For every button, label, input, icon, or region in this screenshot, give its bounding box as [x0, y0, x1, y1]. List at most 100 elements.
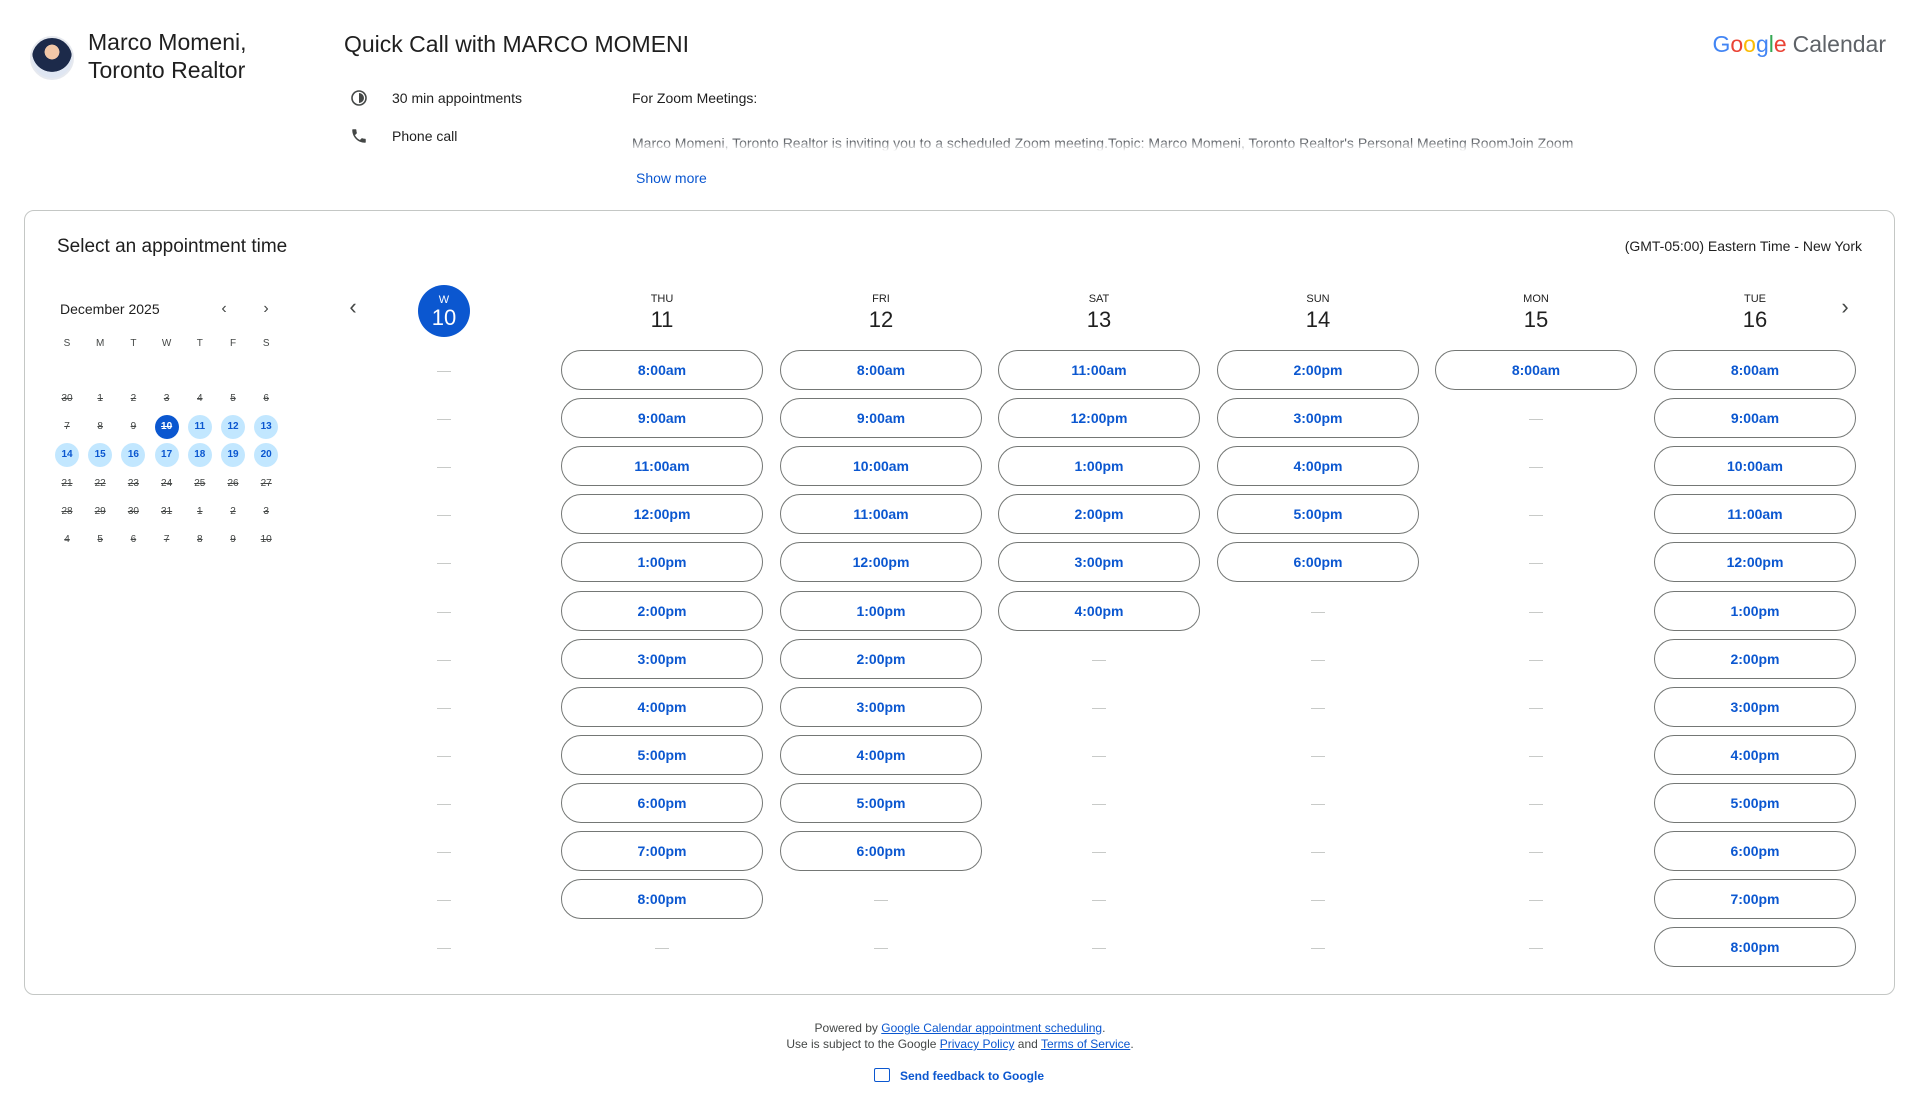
mini-calendar-day: 25	[194, 477, 206, 489]
terms-end: .	[1130, 1037, 1134, 1051]
mini-calendar-day: 3	[163, 393, 170, 404]
time-slot-button[interactable]: 3:00pm	[998, 542, 1200, 583]
time-slot-button[interactable]: 12:00pm	[780, 542, 982, 583]
time-slot-button[interactable]: 6:00pm	[1654, 831, 1856, 871]
time-slot-button[interactable]: 3:00pm	[561, 638, 763, 679]
time-slot-button[interactable]: 1:00pm	[561, 542, 763, 583]
empty-slot: —	[1092, 746, 1106, 763]
empty-slot: —	[437, 554, 451, 571]
time-slot-button[interactable]: 3:00pm	[780, 686, 982, 727]
time-slot-button[interactable]: 2:00pm	[998, 494, 1200, 535]
empty-slot: —	[1311, 698, 1325, 715]
mini-calendar-day: 7	[163, 534, 170, 545]
time-slot-button[interactable]: 5:00pm	[1654, 782, 1856, 823]
host-name-line1: Marco Momeni,	[88, 29, 247, 55]
weekday-head: S	[262, 338, 270, 349]
mini-calendar-day: 26	[227, 477, 239, 489]
day-header-weekday: THU	[650, 293, 674, 305]
time-slot-button[interactable]: 9:00am	[561, 398, 763, 439]
time-slot-button[interactable]: 3:00pm	[1654, 686, 1856, 727]
time-slot-button[interactable]: 3:00pm	[1217, 398, 1419, 439]
time-slot-button[interactable]: 11:00am	[1654, 494, 1856, 535]
time-slot-button[interactable]: 7:00pm	[1654, 879, 1856, 920]
logo-letter: o	[1730, 31, 1744, 57]
time-slot-button[interactable]: 4:00pm	[780, 734, 982, 775]
show-more-button[interactable]: Show more	[636, 170, 707, 186]
mini-calendar-day[interactable]: 12	[221, 415, 245, 440]
mini-calendar-day: 27	[260, 477, 272, 489]
powered-by-text: Powered by	[814, 1021, 878, 1035]
empty-slot: —	[437, 506, 451, 523]
empty-slot: —	[1529, 698, 1543, 715]
empty-slot: —	[437, 939, 451, 956]
time-slot-button[interactable]: 9:00am	[1654, 398, 1856, 439]
mini-calendar-day[interactable]: 17	[154, 443, 179, 468]
empty-slot: —	[437, 458, 451, 475]
terms-line: Use is subject to the Google Privacy Pol…	[0, 1037, 1920, 1051]
weekday-head: F	[229, 338, 237, 349]
send-feedback-button[interactable]: Send feedback to Google	[874, 1068, 1044, 1083]
time-slot-button[interactable]: 9:00am	[780, 398, 982, 439]
time-slot-button[interactable]: 7:00pm	[561, 831, 763, 871]
mini-calendar-day[interactable]: 10	[154, 415, 179, 440]
time-slot-button[interactable]: 8:00am	[1654, 350, 1856, 390]
prev-month-button[interactable]: ‹	[213, 298, 235, 320]
time-slot-button[interactable]: 1:00pm	[1654, 590, 1856, 631]
time-slot-button[interactable]: 2:00pm	[1217, 350, 1419, 390]
time-slot-button[interactable]: 2:00pm	[561, 590, 763, 631]
host-name-line2: Toronto Realtor	[88, 57, 246, 83]
privacy-policy-link[interactable]: Privacy Policy	[940, 1037, 1015, 1051]
empty-slot: —	[1311, 939, 1325, 956]
time-slot-button[interactable]: 11:00am	[561, 446, 763, 487]
day-header-date: 13	[1086, 307, 1112, 332]
time-slot-button[interactable]: 8:00am	[780, 350, 982, 390]
and-text: and	[1017, 1037, 1038, 1051]
empty-slot: —	[1092, 650, 1106, 667]
mini-calendar-day: 6	[263, 393, 269, 404]
time-slot-button[interactable]: 5:00pm	[1217, 494, 1419, 535]
next-month-button[interactable]: ›	[255, 298, 277, 320]
mini-calendar-day: 21	[61, 477, 73, 489]
time-slot-button[interactable]: 1:00pm	[998, 446, 1200, 487]
mini-calendar-day[interactable]: 11	[187, 415, 212, 440]
time-slot-button[interactable]: 10:00am	[1654, 446, 1856, 487]
mini-calendar-day: 31	[161, 505, 173, 517]
time-slot-button[interactable]: 8:00am	[1435, 350, 1637, 390]
empty-slot: —	[1529, 891, 1543, 908]
time-slot-button[interactable]: 1:00pm	[780, 590, 982, 631]
day-header-date: 12	[868, 307, 894, 332]
time-slot-button[interactable]: 12:00pm	[998, 398, 1200, 439]
today-day: 10	[431, 305, 457, 330]
time-slot-button[interactable]: 6:00pm	[780, 831, 982, 871]
time-slot-button[interactable]: 2:00pm	[780, 638, 982, 679]
empty-slot: —	[1529, 650, 1543, 667]
terms-of-service-link[interactable]: Terms of Service	[1041, 1037, 1130, 1051]
time-slot-button[interactable]: 8:00pm	[1654, 927, 1856, 968]
time-slot-button[interactable]: 4:00pm	[1654, 734, 1856, 775]
prev-week-button[interactable]: ‹	[341, 296, 365, 320]
empty-slot: —	[655, 939, 669, 956]
time-slot-button[interactable]: 12:00pm	[1654, 542, 1856, 583]
timezone-selector[interactable]: (GMT-05:00) Eastern Time - New York	[1625, 238, 1862, 254]
empty-slot: —	[1529, 794, 1543, 811]
time-slot-button[interactable]: 4:00pm	[561, 686, 763, 727]
time-slot-button[interactable]: 6:00pm	[1217, 542, 1419, 583]
time-slot-button[interactable]: 11:00am	[780, 494, 982, 535]
time-slot-button[interactable]: 11:00am	[998, 350, 1200, 390]
weekday-head: T	[130, 338, 137, 349]
time-slot-button[interactable]: 8:00pm	[561, 879, 763, 920]
appointment-scheduling-link[interactable]: Google Calendar appointment scheduling	[881, 1021, 1102, 1035]
time-slot-button[interactable]: 4:00pm	[998, 590, 1200, 631]
mini-calendar-day: 30	[61, 393, 73, 404]
terms-prefix: Use is subject to the Google	[786, 1037, 937, 1051]
time-slot-button[interactable]: 2:00pm	[1654, 638, 1856, 679]
time-slot-button[interactable]: 4:00pm	[1217, 446, 1419, 487]
empty-slot: —	[1529, 458, 1543, 475]
day-header-weekday: SUN	[1306, 293, 1330, 305]
time-slot-button[interactable]: 12:00pm	[561, 494, 763, 535]
time-slot-button[interactable]: 6:00pm	[561, 782, 763, 823]
time-slot-button[interactable]: 8:00am	[561, 350, 763, 390]
time-slot-button[interactable]: 10:00am	[780, 446, 982, 487]
time-slot-button[interactable]: 5:00pm	[780, 782, 982, 823]
time-slot-button[interactable]: 5:00pm	[561, 734, 763, 775]
